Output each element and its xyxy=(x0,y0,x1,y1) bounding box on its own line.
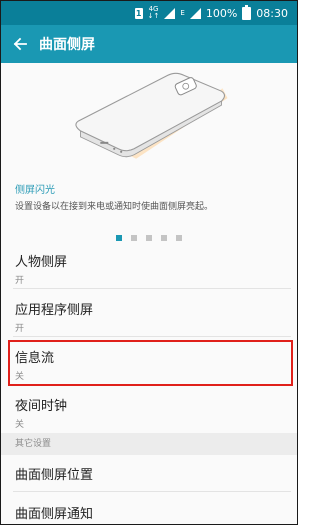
edge-lighting-title: 侧屏闪光 xyxy=(15,185,55,196)
setting-title: 曲面侧屏位置 xyxy=(15,468,94,483)
battery-icon xyxy=(242,4,252,20)
setting-title: 夜间时钟 xyxy=(15,399,68,414)
divider xyxy=(13,288,291,289)
setting-edge-notifications[interactable]: 曲面侧屏通知 xyxy=(1,503,297,522)
setting-title: 应用程序侧屏 xyxy=(15,303,94,318)
setting-status: 关 xyxy=(15,420,25,430)
back-arrow-icon xyxy=(13,37,27,51)
page-dot[interactable] xyxy=(116,235,122,241)
divider xyxy=(13,491,291,492)
page-dot[interactable] xyxy=(146,235,152,241)
setting-edge-position[interactable]: 曲面侧屏位置 xyxy=(1,464,297,483)
page-indicator xyxy=(1,235,297,241)
page-dot[interactable] xyxy=(161,235,167,241)
screen: 1 4G ↓↑ E 100% 08:30 曲面侧屏 侧屏闪光 设置设备以在接到来… xyxy=(0,0,298,525)
network-activity: ↓↑ xyxy=(147,12,160,20)
setting-title: 人物侧屏 xyxy=(15,255,68,270)
action-bar: 曲面侧屏 xyxy=(1,25,297,63)
section-header-other: 其它设置 xyxy=(1,433,297,455)
edge-lighting-description: 设置设备以在接到来电或通知时使曲面侧屏亮起。 xyxy=(15,202,214,212)
clock: 08:30 xyxy=(256,6,288,20)
setting-title: 曲面侧屏通知 xyxy=(15,507,94,522)
setting-night-clock[interactable]: 夜间时钟 关 xyxy=(1,395,297,430)
highlight-box xyxy=(8,340,293,386)
page-title: 曲面侧屏 xyxy=(39,37,95,53)
setting-people-edge[interactable]: 人物侧屏 开 xyxy=(1,251,297,286)
back-button[interactable] xyxy=(3,25,37,63)
setting-status: 开 xyxy=(15,276,25,286)
setting-status: 开 xyxy=(15,324,25,334)
sim-indicator: 1 xyxy=(134,7,143,19)
signal-icon xyxy=(164,7,176,19)
network-indicator: 4G ↓↑ xyxy=(148,6,160,20)
signal-strength-icon xyxy=(189,7,201,19)
divider xyxy=(13,336,291,337)
battery-percent: 100% xyxy=(205,6,238,20)
edge-lighting-illustration xyxy=(75,72,228,159)
setting-apps-edge[interactable]: 应用程序侧屏 开 xyxy=(1,299,297,334)
page-dot[interactable] xyxy=(131,235,137,241)
status-bar: 1 4G ↓↑ E 100% 08:30 xyxy=(1,1,297,25)
page-dot[interactable] xyxy=(176,235,182,241)
data-type-indicator: E xyxy=(180,9,185,17)
